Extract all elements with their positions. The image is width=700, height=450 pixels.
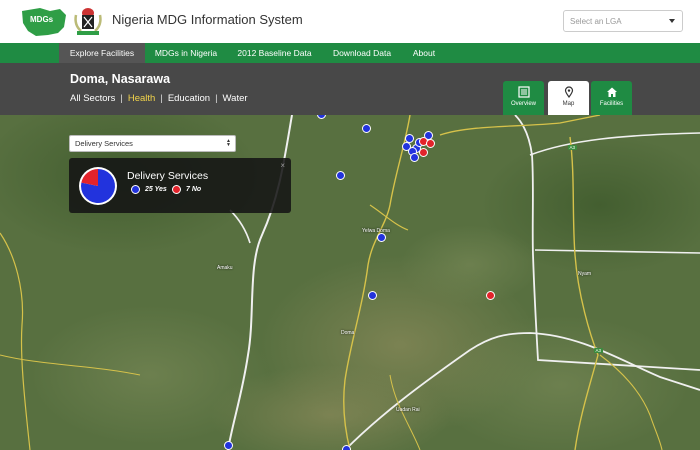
service-summary-panel: Delivery Services 25 Yes 7 No × — [69, 158, 291, 213]
map-label-uadan-rai: Uadan Rai — [396, 407, 420, 413]
sector-separator: | — [160, 93, 163, 104]
service-select[interactable]: Delivery Services ▲ ▼ — [69, 135, 236, 152]
map-label-yelwa-doma: Yelwa Doma — [362, 228, 390, 234]
map-label: Map — [562, 101, 575, 107]
facilities-label: Facilities — [599, 101, 624, 107]
sector-health[interactable]: Health — [128, 93, 155, 104]
facilities-button[interactable]: Facilities — [591, 81, 632, 115]
sector-water[interactable]: Water — [223, 93, 248, 104]
facility-marker-yes[interactable] — [342, 445, 351, 450]
lga-select[interactable]: Select an LGA — [563, 10, 683, 32]
facility-marker-no[interactable] — [419, 148, 428, 157]
sector-tabs: All Sectors | Health | Education | Water — [70, 93, 248, 104]
road-badge-a3: A3 — [594, 348, 603, 353]
mdgs-logo-text: MDGs — [30, 15, 54, 24]
sector-education[interactable]: Education — [168, 93, 210, 104]
map-label-nyam: Nyam — [578, 271, 592, 277]
sector-separator: | — [120, 93, 123, 104]
sector-all[interactable]: All Sectors — [70, 93, 115, 104]
app-header: MDGs Nigeria MDG Information System Sele… — [0, 0, 700, 43]
facility-marker-yes[interactable] — [224, 441, 233, 450]
legend-yes-label: 25 Yes — [145, 186, 167, 193]
mdgs-logo[interactable]: MDGs — [20, 5, 68, 38]
map-pin-icon — [564, 86, 573, 98]
home-icon — [606, 87, 617, 97]
chevron-down-icon — [669, 19, 675, 23]
facility-marker-no[interactable] — [426, 139, 435, 148]
main-nav: Explore Facilities MDGs in Nigeria 2012 … — [0, 43, 700, 63]
nav-download-data[interactable]: Download Data — [322, 43, 402, 63]
list-icon — [517, 86, 530, 98]
overview-label: Overview — [510, 101, 536, 107]
panel-title: Delivery Services — [127, 170, 209, 182]
close-icon[interactable]: × — [280, 161, 285, 170]
facility-marker-yes[interactable] — [368, 291, 377, 300]
nav-baseline-data[interactable]: 2012 Baseline Data — [227, 43, 322, 63]
yes-no-pie-chart — [79, 167, 117, 205]
overview-button[interactable]: Overview — [503, 81, 544, 115]
facility-marker-no[interactable] — [486, 291, 495, 300]
service-select-value: Delivery Services — [75, 139, 133, 148]
facility-map[interactable]: Yelwa Doma Amaku Doma Uadan Rai Nyam A3 … — [0, 115, 700, 450]
road-badge-a3: A3 — [568, 145, 577, 150]
legend-yes-swatch — [131, 185, 140, 194]
coat-of-arms-icon — [74, 8, 102, 35]
facility-marker-yes[interactable] — [336, 171, 345, 180]
location-title: Doma, Nasarawa — [70, 72, 171, 86]
sector-separator: | — [215, 93, 218, 104]
site-title: Nigeria MDG Information System — [112, 12, 303, 27]
nav-explore-facilities[interactable]: Explore Facilities — [59, 43, 145, 63]
location-bar: Doma, Nasarawa All Sectors | Health | Educat… — [0, 63, 700, 115]
facility-marker-yes[interactable] — [377, 233, 386, 242]
nav-about[interactable]: About — [402, 43, 446, 63]
select-arrows-icon: ▲ ▼ — [226, 138, 231, 148]
map-button[interactable]: Map — [548, 81, 589, 115]
map-label-amaku: Amaku — [217, 265, 233, 271]
lga-select-placeholder: Select an LGA — [570, 17, 622, 26]
map-label-doma: Doma — [341, 330, 355, 336]
facility-marker-yes[interactable] — [410, 153, 419, 162]
legend-no-label: 7 No — [186, 186, 202, 193]
facility-marker-yes[interactable] — [362, 124, 371, 133]
nav-mdgs-in-nigeria[interactable]: MDGs in Nigeria — [145, 43, 227, 63]
legend-no-swatch — [172, 185, 181, 194]
